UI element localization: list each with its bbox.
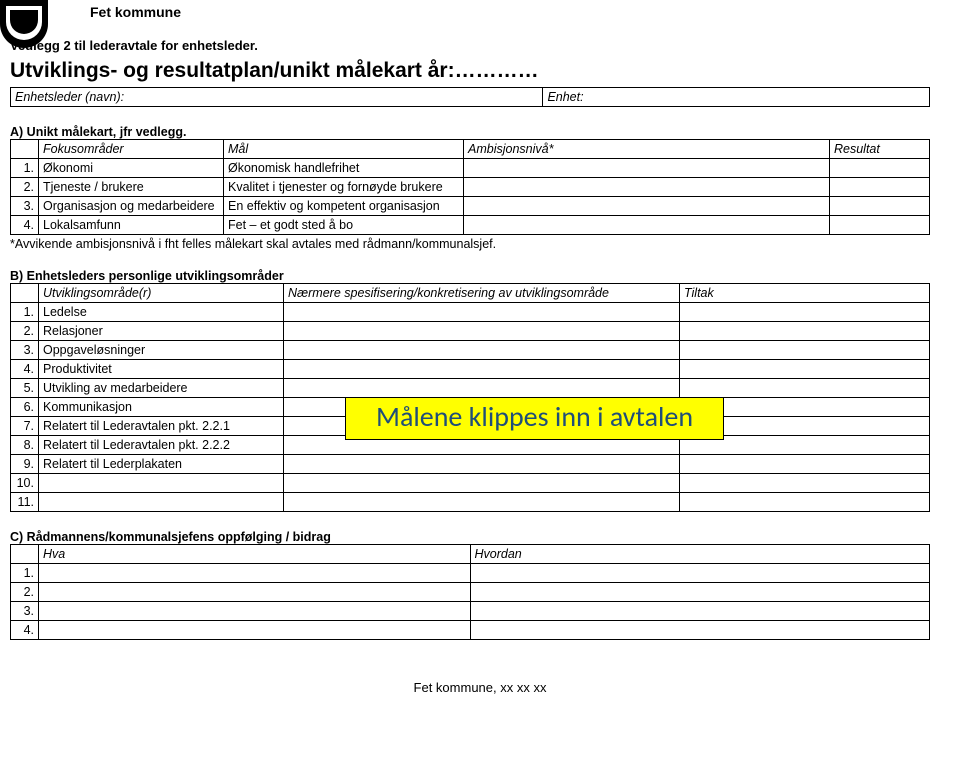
unit-label: Enhet: [543, 88, 929, 106]
table-row: 11. [11, 493, 930, 512]
table-row: 1. [11, 564, 930, 583]
table-b-header-row: Utviklingsområde(r) Nærmere spesifiserin… [11, 284, 930, 303]
table-row: 4.LokalsamfunnFet – et godt sted å bo [11, 216, 930, 235]
table-a-footnote: *Avvikende ambisjonsnivå i fht felles må… [10, 237, 880, 251]
leader-row: Enhetsleder (navn): Enhet: [10, 87, 930, 107]
col-mal: Mål [224, 140, 464, 159]
table-row: 3.Oppgaveløsninger [11, 341, 930, 360]
table-row: 5.Utvikling av medarbeidere [11, 379, 930, 398]
doc-title: Utviklings- og resultatplan/unikt måleka… [10, 59, 880, 83]
col-ambisjon: Ambisjonsnivå* [464, 140, 830, 159]
table-row: 1.ØkonomiØkonomisk handlefrihet [11, 159, 930, 178]
leader-name-label: Enhetsleder (navn): [11, 88, 543, 106]
col-hvordan: Hvordan [470, 545, 930, 564]
table-row: 4.Produktivitet [11, 360, 930, 379]
table-a: Fokusområder Mål Ambisjonsnivå* Resultat… [10, 139, 930, 235]
overlay-callout: Målene klippes inn i avtalen [345, 397, 724, 440]
table-row: 9.Relatert til Lederplakaten [11, 455, 930, 474]
table-row: 2.Relasjoner [11, 322, 930, 341]
table-row: 1.Ledelse [11, 303, 930, 322]
table-row: 10. [11, 474, 930, 493]
table-row: 3. [11, 602, 930, 621]
table-row: 4. [11, 621, 930, 640]
col-utviklingsomrade: Utviklingsområde(r) [39, 284, 284, 303]
table-row: 2. [11, 583, 930, 602]
table-row: 3.Organisasjon og medarbeidereEn effekti… [11, 197, 930, 216]
section-a-heading: A) Unikt målekart, jfr vedlegg. [10, 125, 880, 139]
col-resultat: Resultat [830, 140, 930, 159]
logo-icon [0, 0, 48, 48]
section-b-heading: B) Enhetsleders personlige utviklingsomr… [10, 269, 880, 283]
col-fokusomrader: Fokusområder [39, 140, 224, 159]
col-hva: Hva [39, 545, 471, 564]
table-a-header-row: Fokusområder Mål Ambisjonsnivå* Resultat [11, 140, 930, 159]
section-c-heading: C) Rådmannens/kommunalsjefens oppfølging… [10, 530, 880, 544]
table-c: Hva Hvordan 1. 2. 3. 4. [10, 544, 930, 640]
org-name: Fet kommune [90, 0, 880, 20]
footer: Fet kommune, xx xx xx [80, 680, 880, 695]
doc-subtitle: Vedlegg 2 til lederavtale for enhetslede… [10, 38, 880, 53]
table-row: 2.Tjeneste / brukereKvalitet i tjenester… [11, 178, 930, 197]
table-c-header-row: Hva Hvordan [11, 545, 930, 564]
col-tiltak: Tiltak [680, 284, 930, 303]
col-naermere: Nærmere spesifisering/konkretisering av … [284, 284, 680, 303]
